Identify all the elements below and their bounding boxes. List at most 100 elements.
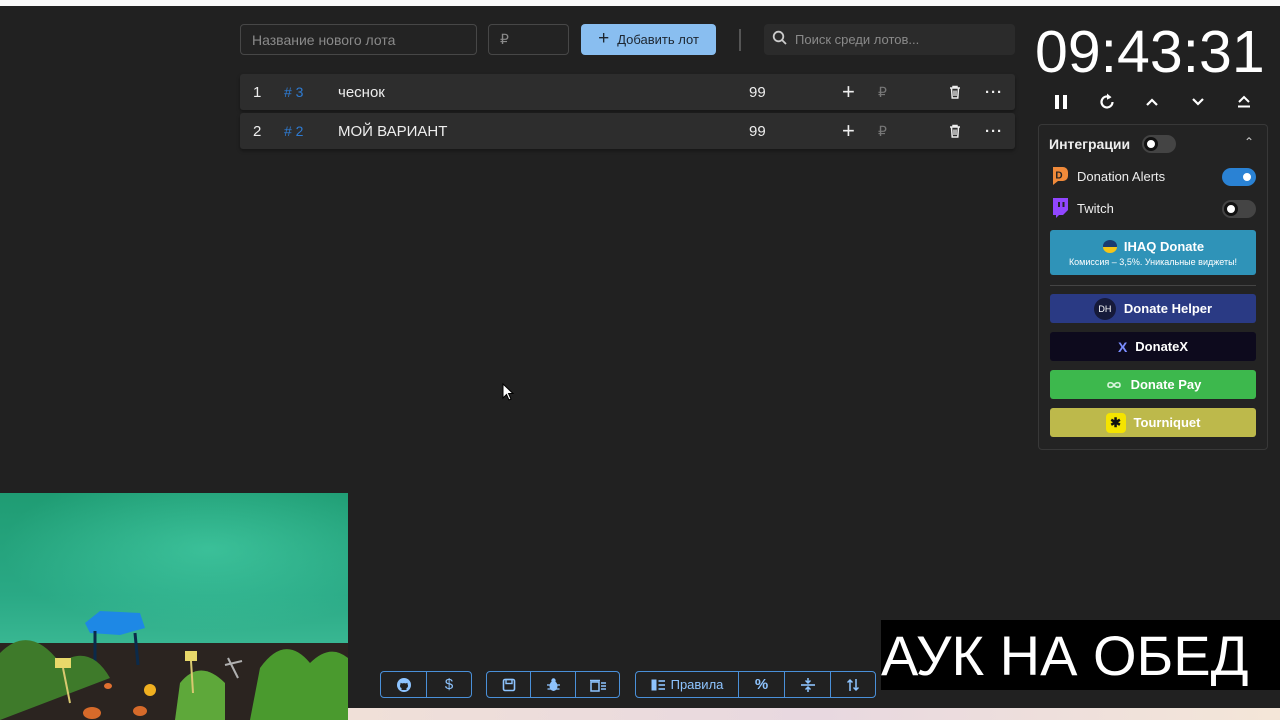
donate-pay-label: Donate Pay (1130, 377, 1202, 392)
lot-currency[interactable]: ₽ (878, 113, 887, 149)
lot-name-input[interactable]: Название нового лота (240, 24, 477, 55)
bottom-toolbar-auction: Правила % (635, 671, 876, 698)
lot-amount-input[interactable]: ₽ (488, 24, 569, 55)
webcam-overlay (0, 493, 348, 720)
more-options-button[interactable]: ··· (985, 113, 1003, 149)
integration-twitch: Twitch (1049, 197, 1114, 219)
os-taskbar (348, 708, 1280, 720)
stream-banner: АУК НА ОБЕД (881, 620, 1280, 690)
clear-icon (589, 679, 606, 692)
chevron-up-icon (1146, 98, 1158, 106)
webcam-scene (0, 611, 348, 720)
chevron-down-icon (1192, 98, 1204, 106)
lot-search-input[interactable]: Поиск среди лотов... (764, 24, 1015, 55)
lot-amount-placeholder: ₽ (500, 31, 509, 47)
integration-label: Twitch (1077, 200, 1114, 216)
integration-label: Donation Alerts (1077, 168, 1166, 184)
donate-helper-button[interactable]: DH Donate Helper (1050, 294, 1256, 323)
lot-tag: # 3 (284, 84, 304, 100)
rules-label: Правила (670, 677, 724, 692)
report-bug-button[interactable] (531, 672, 576, 697)
sort-button[interactable] (831, 672, 875, 697)
lot-name[interactable]: чеснок (338, 74, 385, 110)
tourniquet-button[interactable]: ✱ Tourniquet (1050, 408, 1256, 437)
lot-currency[interactable]: ₽ (878, 74, 887, 110)
lot-tag: # 2 (284, 123, 304, 139)
integrations-panel: Интеграции ⌃ D Donation Alerts Twitch IH… (1038, 124, 1268, 450)
donatex-icon: X (1117, 338, 1128, 355)
twitch-toggle[interactable] (1222, 200, 1256, 218)
timer-increase-button[interactable] (1139, 89, 1165, 115)
ihaq-donate-button[interactable]: IHAQ Donate Комиссия – 3,5%. Уникальные … (1050, 230, 1256, 275)
search-placeholder: Поиск среди лотов... (795, 32, 920, 47)
timer-double-up-button[interactable] (1231, 89, 1257, 115)
donate-pay-button[interactable]: Donate Pay (1050, 370, 1256, 399)
donation-alerts-icon: D (1049, 165, 1071, 187)
add-amount-button[interactable]: + (842, 113, 855, 149)
dollar-icon: $ (444, 676, 454, 693)
reset-timer-button[interactable] (1094, 89, 1120, 115)
panel-divider (1050, 285, 1256, 286)
split-icon (800, 677, 815, 692)
tourniquet-label: Tourniquet (1133, 415, 1201, 430)
delete-lot-button[interactable] (947, 113, 963, 149)
save-button[interactable] (487, 672, 531, 697)
tourniquet-icon: ✱ (1105, 412, 1126, 433)
donation-alerts-toggle[interactable] (1222, 168, 1256, 186)
ihaq-subtitle: Комиссия – 3,5%. Уникальные виджеты! (1068, 256, 1238, 267)
add-lot-label: Добавить лот (617, 32, 699, 47)
pause-button[interactable] (1048, 89, 1074, 115)
search-icon (772, 30, 788, 49)
svg-text:D: D (1055, 171, 1062, 182)
donate-helper-icon: DH (1093, 297, 1116, 320)
rules-icon (651, 679, 665, 690)
infinity-icon (1106, 381, 1121, 388)
split-button[interactable] (785, 672, 831, 697)
donate-dollar-button[interactable]: $ (427, 672, 471, 697)
integrations-title: Интеграции (1049, 136, 1131, 152)
lot-index: 1 (253, 83, 262, 101)
double-chevron-up-icon (1238, 95, 1250, 108)
sort-icon (846, 678, 860, 691)
trash-icon (950, 124, 960, 138)
lot-amount: 99 (749, 122, 766, 140)
donatex-label: DonateX (1135, 339, 1189, 354)
lot-name[interactable]: МОЙ ВАРИАНТ (338, 113, 447, 149)
trash-icon (950, 85, 960, 99)
add-amount-button[interactable]: + (842, 74, 855, 110)
lot-amount: 99 (749, 83, 766, 101)
ihaq-icon (1102, 240, 1117, 253)
clear-all-button[interactable] (576, 672, 619, 697)
timer-decrease-button[interactable] (1185, 89, 1211, 115)
toolbar-divider (739, 29, 741, 51)
bottom-toolbar-tools (486, 671, 620, 698)
restart-icon (1100, 93, 1114, 109)
twitch-icon (1049, 197, 1071, 219)
lot-row: 2 # 2 МОЙ ВАРИАНТ 99 + ₽ ··· (240, 113, 1015, 149)
percent-button[interactable]: % (739, 672, 785, 697)
plus-icon: + (598, 28, 610, 49)
rules-button[interactable]: Правила (636, 672, 739, 697)
ihaq-label: IHAQ Donate (1123, 238, 1205, 254)
lot-index: 2 (253, 122, 262, 140)
collapse-icon[interactable]: ⌃ (1244, 135, 1254, 149)
pause-icon (1055, 95, 1067, 109)
lot-name-placeholder: Название нового лота (252, 31, 396, 48)
more-options-button[interactable]: ··· (985, 74, 1003, 110)
save-icon (502, 678, 515, 691)
integrations-toggle[interactable] (1142, 135, 1176, 153)
auction-timer: 09:43:31 (1035, 19, 1265, 85)
donate-helper-label: Donate Helper (1123, 301, 1213, 316)
mouse-cursor-icon (502, 383, 514, 401)
github-icon (396, 677, 411, 692)
github-button[interactable] (381, 672, 427, 697)
top-edge (0, 0, 1280, 6)
lot-row: 1 # 3 чеснок 99 + ₽ ··· (240, 74, 1015, 110)
integration-donation-alerts: D Donation Alerts (1049, 165, 1165, 187)
bottom-toolbar-links: $ (380, 671, 472, 698)
delete-lot-button[interactable] (947, 74, 963, 110)
bug-icon (546, 678, 560, 691)
percent-icon: % (754, 676, 769, 693)
donatex-button[interactable]: X DonateX (1050, 332, 1256, 361)
add-lot-button[interactable]: + Добавить лот (581, 24, 716, 55)
